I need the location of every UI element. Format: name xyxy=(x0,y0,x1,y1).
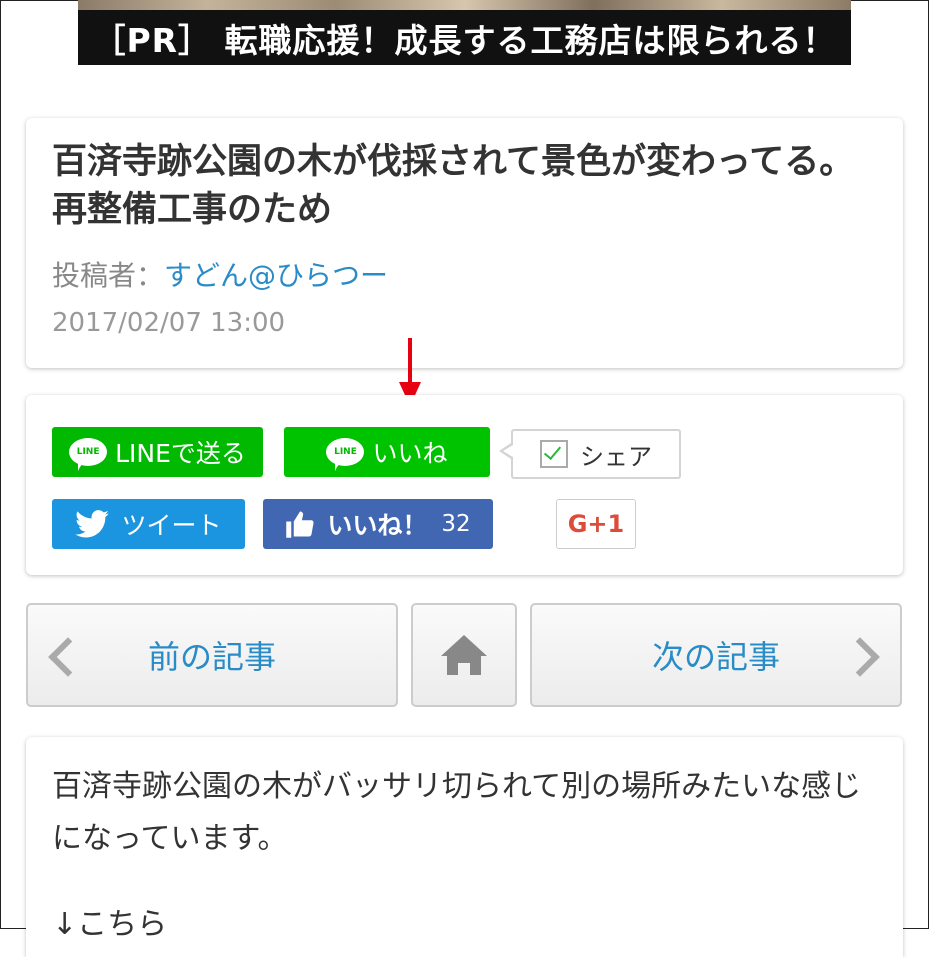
share-buttons-card: LINE LINEで送る LINE いいね シェア ツイート いいね！ 32 G… xyxy=(26,395,903,575)
line-share-button[interactable]: シェア xyxy=(499,429,681,479)
ad-image-strip xyxy=(78,0,851,10)
prev-article-label: 前の記事 xyxy=(147,638,276,676)
article-author: 投稿者：すどん@ひらつー xyxy=(52,254,388,294)
line-icon: LINE xyxy=(69,438,108,471)
article-body-next-line: ↓こちら xyxy=(52,907,168,942)
author-link[interactable]: すどん@ひらつー xyxy=(164,259,388,292)
tweet-button[interactable]: ツイート xyxy=(52,499,245,549)
thumbs-up-icon xyxy=(286,511,314,538)
tweet-label: ツイート xyxy=(121,511,222,540)
article-header-card: 百済寺跡公園の木が伐採されて景色が変わってる。再整備工事のため 投稿者：すどん@… xyxy=(26,118,903,368)
ad-text[interactable]: ［PR］ 転職応援！成長する工務店は限られる！ xyxy=(78,14,851,62)
article-body-text: 百済寺跡公園の木がバッサリ切られて別の場所みたいな感じになっています。 xyxy=(52,769,862,856)
checkbox-icon xyxy=(540,440,568,468)
line-like-label: いいね xyxy=(372,439,448,468)
fb-like-label: いいね！ xyxy=(327,511,428,540)
fb-like-count: 32 xyxy=(441,511,471,537)
google-plus-button[interactable]: G+1 xyxy=(556,499,636,549)
chevron-right-icon xyxy=(840,637,880,677)
next-article-button[interactable]: 次の記事 xyxy=(530,603,902,707)
next-article-label: 次の記事 xyxy=(651,638,780,676)
line-send-button[interactable]: LINE LINEで送る xyxy=(52,427,263,477)
home-icon xyxy=(441,635,487,675)
share-label: シェア xyxy=(580,442,652,471)
prev-article-button[interactable]: 前の記事 xyxy=(26,603,398,707)
author-label: 投稿者： xyxy=(52,259,165,292)
article-date: 2017/02/07 13:00 xyxy=(52,308,286,338)
chevron-left-icon xyxy=(48,637,88,677)
article-body-card: 百済寺跡公園の木がバッサリ切られて別の場所みたいな感じになっています。 ↓こちら xyxy=(26,737,903,957)
line-send-label: LINEで送る xyxy=(115,439,246,468)
ad-banner[interactable]: ［PR］ 転職応援！成長する工務店は限られる！ xyxy=(78,0,851,65)
twitter-bird-icon xyxy=(75,510,110,538)
home-button[interactable] xyxy=(411,603,517,707)
line-like-button[interactable]: LINE いいね xyxy=(284,427,490,477)
line-icon: LINE xyxy=(326,438,365,471)
article-title: 百済寺跡公園の木が伐採されて景色が変わってる。再整備工事のため xyxy=(52,142,855,230)
facebook-like-button[interactable]: いいね！ 32 xyxy=(263,499,493,549)
